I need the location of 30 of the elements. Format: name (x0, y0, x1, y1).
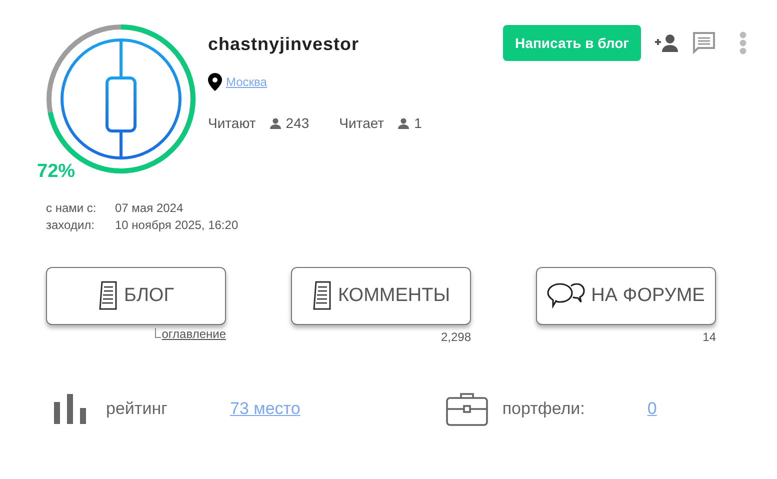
activity-percent: 72% (37, 160, 76, 184)
message-icon[interactable] (693, 32, 715, 54)
date-label: заходил: (46, 217, 96, 234)
date-value: 10 ноября 2025, 16:20 (115, 217, 238, 234)
section-button[interactable]: БЛОГ (46, 267, 226, 325)
speech-bubbles-icon (547, 282, 586, 310)
date-value: 07 мая 2024 (115, 200, 184, 217)
more-options-icon[interactable] (739, 31, 747, 55)
section-count: 2,298 (440, 330, 471, 344)
section-count: 14 (702, 330, 716, 344)
section-button[interactable]: КОММЕНТЫ (291, 267, 471, 325)
candlestick-avatar-icon (60, 38, 182, 160)
bar-chart-icon (54, 394, 86, 424)
document-icon (312, 281, 332, 311)
document-icon (98, 281, 118, 311)
followers-label: Читают (208, 114, 256, 133)
stat-label: портфели: (502, 398, 586, 420)
contents-link[interactable]: оглавление (162, 327, 226, 341)
followers-count[interactable]: 1 (414, 113, 422, 134)
user-icon (270, 118, 281, 129)
date-label: с нами с: (46, 200, 98, 217)
stat-label: рейтинг (106, 398, 168, 420)
followers-count[interactable]: 243 (286, 113, 310, 134)
username: chastnyjinvestor (208, 33, 360, 56)
followers-label: Читает (339, 114, 384, 133)
user-icon (398, 118, 410, 129)
section-button[interactable]: НА ФОРУМЕ (536, 267, 716, 325)
briefcase-icon (446, 392, 488, 426)
add-user-icon[interactable] (655, 34, 679, 52)
location-pin-icon (208, 73, 222, 91)
